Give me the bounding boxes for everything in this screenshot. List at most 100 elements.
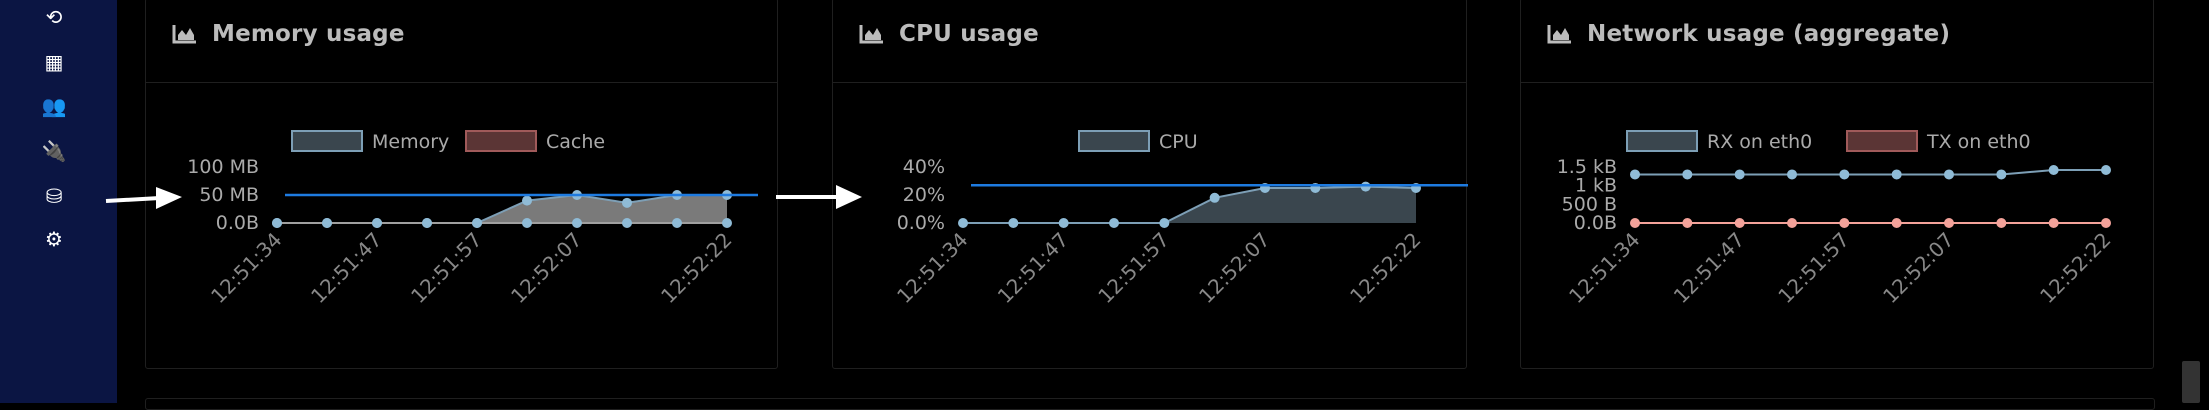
data-point[interactable] [1682, 169, 1693, 180]
data-point[interactable] [2101, 218, 2111, 228]
grid-icon[interactable]: ▦ [41, 49, 67, 75]
data-point[interactable] [622, 197, 632, 208]
scrollbar-thumb[interactable] [2182, 361, 2200, 403]
panel-header: Network usage (aggregate) [1521, 0, 2153, 83]
data-point[interactable] [1058, 218, 1069, 228]
area-chart-icon [172, 25, 196, 44]
legend-swatch[interactable] [1078, 130, 1150, 152]
data-point[interactable] [322, 218, 332, 228]
data-point[interactable] [1734, 169, 1745, 180]
data-point[interactable] [1109, 218, 1119, 228]
data-point[interactable] [1209, 192, 1220, 203]
data-point[interactable] [1682, 218, 1693, 228]
data-point[interactable] [1944, 218, 1954, 228]
data-point[interactable] [1008, 218, 1019, 228]
network-chart: RX on eth0 TX on eth01.5 kB1 kB500 B0.0B1… [1557, 130, 2116, 308]
area-chart-icon [859, 25, 883, 44]
data-point[interactable] [672, 218, 682, 228]
sidebar: ⟲ ▦ 👥 🔌 ⛁ ⚙ [0, 0, 117, 403]
data-point[interactable] [722, 218, 732, 228]
data-point[interactable] [1734, 218, 1745, 228]
series-area [963, 186, 1416, 223]
series-line [1635, 168, 2106, 176]
panel-header: Memory usage [146, 0, 777, 83]
y-tick-label: 0.0B [216, 212, 259, 234]
data-point[interactable] [1891, 169, 1902, 180]
x-tick-label: 12:52:07 [506, 228, 586, 308]
x-tick-label: 12:51:47 [1669, 228, 1749, 308]
x-tick-label: 12:51:34 [892, 228, 972, 308]
data-point[interactable] [372, 218, 382, 228]
data-point[interactable] [472, 218, 482, 228]
x-tick-label: 12:51:47 [306, 228, 386, 308]
cpu-chart: CPU 40% 20% 0.0%12:51:34 12:51:47 12:51:57 12:… [892, 130, 1468, 308]
legend-swatch[interactable] [1626, 130, 1698, 152]
data-point[interactable] [1159, 218, 1170, 228]
data-point[interactable] [958, 218, 968, 228]
y-tick-label: 50 MB [199, 184, 259, 206]
cpu-usage-panel: CPU usage CPU 40% 20% 0.0% 12:51:34 12:51:47 1… [832, 0, 1468, 369]
x-tick-label: 12:51:34 [206, 228, 286, 308]
data-point[interactable] [1839, 169, 1850, 180]
history-icon[interactable]: ⟲ [41, 4, 67, 30]
data-point[interactable] [272, 218, 282, 228]
data-point[interactable] [1839, 218, 1850, 228]
x-tick-label: 12:52:22 [1345, 228, 1425, 308]
panel-header: CPU usage [833, 0, 1466, 83]
data-point[interactable] [1360, 181, 1371, 192]
y-tick-label: 0.0% [897, 212, 945, 234]
data-point[interactable] [2048, 218, 2059, 228]
annotation-arrow-icon [776, 185, 862, 209]
users-icon[interactable]: 👥 [41, 93, 67, 119]
data-point[interactable] [1630, 169, 1640, 180]
area-chart-icon [1547, 25, 1571, 44]
x-tick-label: 12:52:07 [1194, 228, 1274, 308]
y-tick-label: 40% [903, 156, 945, 178]
data-point[interactable] [1787, 218, 1797, 228]
legend-swatch[interactable] [465, 130, 537, 152]
panel-title: Network usage (aggregate) [1587, 21, 1951, 47]
database-icon[interactable]: ⛁ [41, 183, 67, 209]
y-tick-label: 100 MB [187, 156, 259, 178]
data-point[interactable] [1996, 218, 2007, 228]
panel-title: CPU usage [899, 21, 1039, 47]
panel-title: Memory usage [212, 21, 405, 47]
legend-swatch[interactable] [291, 130, 363, 152]
x-tick-label: 12:51:57 [1773, 228, 1853, 308]
legend-label[interactable]: CPU [1159, 131, 1198, 153]
x-tick-label: 12:51:57 [406, 228, 486, 308]
data-point[interactable] [1996, 169, 2007, 180]
memory-usage-panel: Memory usage Memory Cache 100 MB 50 MB 0.0B 1… [145, 0, 778, 369]
memory-chart: Memory Cache100 MB50 MB0.0B12:51:34 12:51:… [187, 130, 758, 308]
annotation-arrow-icon [105, 187, 182, 209]
data-point[interactable] [2101, 164, 2111, 175]
data-point[interactable] [1891, 218, 1902, 228]
x-tick-label: 12:52:22 [656, 228, 736, 308]
legend-label[interactable]: Memory [372, 131, 449, 153]
data-point[interactable] [1630, 218, 1640, 228]
x-tick-label: 12:52:07 [1878, 228, 1958, 308]
data-point[interactable] [1787, 169, 1797, 180]
legend-swatch[interactable] [1846, 130, 1918, 152]
next-panel-edge [145, 398, 2155, 410]
legend-label[interactable]: TX on eth0 [1926, 131, 2031, 153]
data-point[interactable] [522, 218, 532, 228]
legend-label[interactable]: RX on eth0 [1707, 131, 1812, 153]
data-point[interactable] [1944, 169, 1954, 180]
series-area [277, 195, 727, 223]
network-usage-panel: Network usage (aggregate) RX on eth0 TX o… [1520, 0, 2154, 369]
x-tick-label: 12:51:34 [1564, 228, 1644, 308]
y-tick-label: 0.0B [1574, 212, 1617, 234]
legend-label[interactable]: Cache [546, 131, 605, 153]
x-tick-label: 12:51:57 [1093, 228, 1173, 308]
x-tick-label: 12:51:47 [993, 228, 1073, 308]
data-point[interactable] [422, 218, 432, 228]
plug-icon[interactable]: 🔌 [41, 138, 67, 164]
data-point[interactable] [572, 218, 582, 228]
data-point[interactable] [622, 218, 632, 228]
x-tick-label: 12:52:22 [2035, 228, 2115, 308]
data-point[interactable] [522, 195, 532, 206]
y-tick-label: 20% [903, 184, 945, 206]
data-point[interactable] [2048, 164, 2059, 175]
cogs-icon[interactable]: ⚙ [41, 226, 67, 252]
